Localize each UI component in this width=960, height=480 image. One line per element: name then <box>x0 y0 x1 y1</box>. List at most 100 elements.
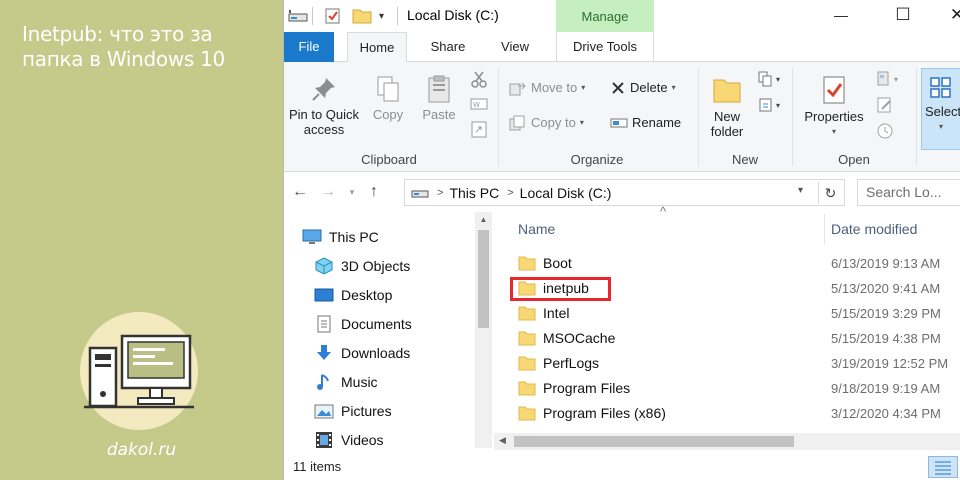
table-row[interactable]: Intel 5/15/2019 3:29 PM <box>494 301 960 326</box>
cut-icon[interactable] <box>470 70 488 91</box>
nav-item-pictures[interactable]: Pictures <box>314 398 392 424</box>
edit-icon[interactable] <box>876 96 894 117</box>
scroll-up-arrow-icon[interactable]: ▲ <box>475 215 492 224</box>
pin-icon <box>312 78 335 101</box>
scroll-left-arrow-icon[interactable]: ◀ <box>499 435 506 446</box>
inetpub-highlight-box <box>510 277 611 301</box>
new-item-icon[interactable]: ▾ <box>758 70 786 91</box>
folder-icon <box>518 306 536 321</box>
move-to-button[interactable]: Move to ▾ <box>509 78 585 98</box>
properties-quick-icon[interactable] <box>324 6 342 26</box>
cube-icon <box>315 257 333 275</box>
table-row[interactable]: Boot 6/13/2019 9:13 AM <box>494 251 960 276</box>
horizontal-scrollbar[interactable]: ◀ <box>494 433 960 450</box>
forward-button[interactable]: → <box>318 182 338 202</box>
column-header-date-modified[interactable]: Date modified <box>831 212 917 246</box>
address-box[interactable]: > This PC > Local Disk (C:) ▾ ↻ <box>404 179 845 206</box>
tab-share[interactable]: Share <box>419 32 477 62</box>
open-group-label: Open <box>838 152 870 167</box>
promo-logo <box>80 312 198 430</box>
up-button[interactable]: ↑ <box>364 182 384 202</box>
sort-ascending-icon: ^ <box>660 204 667 219</box>
delete-label: Delete <box>630 80 668 95</box>
paste-shortcut-icon[interactable] <box>470 120 488 141</box>
nav-item-label: Desktop <box>341 287 393 303</box>
select-button[interactable]: Select ▾ <box>921 68 960 150</box>
rename-button[interactable]: Rename <box>610 113 681 133</box>
search-placeholder: Search Lo... <box>866 184 942 200</box>
tab-view[interactable]: View <box>489 32 541 62</box>
properties-icon <box>823 76 845 104</box>
paste-button[interactable]: Paste <box>418 74 460 122</box>
manage-context-tab[interactable]: Manage <box>556 0 654 33</box>
scrollbar-thumb[interactable] <box>478 230 489 328</box>
tab-home[interactable]: Home <box>347 32 407 63</box>
search-input[interactable]: Search Lo... <box>857 179 960 206</box>
film-icon <box>316 432 332 448</box>
breadcrumb-local-disk[interactable]: Local Disk (C:) <box>520 185 612 201</box>
easy-access-icon[interactable]: ▾ <box>758 96 786 117</box>
back-button[interactable]: ← <box>290 182 310 202</box>
close-button[interactable]: ✕ <box>942 4 960 26</box>
open-icon[interactable]: ▾ <box>876 70 904 91</box>
nav-item-label: Documents <box>341 316 412 332</box>
minimize-button[interactable]: — <box>826 4 856 26</box>
breadcrumb-this-pc[interactable]: This PC <box>449 185 499 201</box>
table-row[interactable]: PerfLogs 3/19/2019 12:52 PM <box>494 351 960 376</box>
nav-item-music[interactable]: Music <box>314 369 378 395</box>
drive-icon <box>288 6 308 26</box>
properties-label: Properties <box>804 109 864 124</box>
new-folder-button[interactable]: New folder <box>703 74 751 139</box>
copy-button[interactable]: Copy <box>368 74 408 122</box>
svg-text:▾: ▾ <box>776 75 780 84</box>
recent-locations-icon[interactable]: ▾ <box>342 182 362 202</box>
promo-panel: Inetpub: что это за папка в Windows 10 d… <box>0 0 283 480</box>
tab-file[interactable]: File <box>284 32 334 62</box>
file-name: Boot <box>543 255 572 271</box>
svg-text:W: W <box>473 101 480 109</box>
maximize-button[interactable]: ☐ <box>888 4 918 26</box>
copy-to-button[interactable]: Copy to ▾ <box>509 113 584 133</box>
copy-path-icon[interactable]: W <box>470 96 488 115</box>
scrollbar-thumb[interactable] <box>514 436 794 447</box>
details-view-button[interactable] <box>928 456 958 478</box>
paste-label: Paste <box>422 107 456 122</box>
nav-item-label: Pictures <box>341 403 392 419</box>
nav-item-desktop[interactable]: Desktop <box>314 282 392 308</box>
table-row[interactable]: Program Files 9/18/2019 9:19 AM <box>494 376 960 401</box>
file-list: ^ Name Date modified Boot 6/13/2019 9:13… <box>494 204 960 448</box>
music-note-icon <box>317 374 329 390</box>
move-to-icon <box>509 82 526 96</box>
breadcrumb-separator: > <box>507 186 514 199</box>
file-date: 3/19/2019 12:52 PM <box>831 356 949 371</box>
tab-drive-tools[interactable]: Drive Tools <box>556 32 654 62</box>
rename-icon <box>610 118 628 128</box>
nav-item-videos[interactable]: Videos <box>314 427 384 453</box>
nav-item-this-pc[interactable]: This PC <box>302 224 379 250</box>
move-to-label: Move to <box>531 80 578 95</box>
rename-label: Rename <box>632 115 682 130</box>
nav-vertical-scrollbar[interactable]: ▲ <box>475 212 492 448</box>
table-row[interactable]: Program Files (x86) 3/12/2020 4:34 PM <box>494 401 960 426</box>
history-icon[interactable] <box>876 122 894 143</box>
svg-text:▾: ▾ <box>894 75 898 84</box>
table-row[interactable]: MSOCache 5/15/2019 4:38 PM <box>494 326 960 351</box>
nav-item-documents[interactable]: Documents <box>314 311 412 337</box>
pin-to-quick-access-button[interactable]: Pin to Quick access <box>284 74 364 137</box>
properties-button[interactable]: Properties ▾ <box>800 74 868 139</box>
column-header-name[interactable]: Name <box>518 212 555 246</box>
window-title: Local Disk (C:) <box>407 7 499 23</box>
ribbon-tabs: File Home Share View Drive Tools <box>284 32 960 63</box>
nav-item-downloads[interactable]: Downloads <box>314 340 410 366</box>
address-dropdown-icon[interactable]: ▾ <box>798 185 803 196</box>
new-folder-quick-icon[interactable] <box>352 6 372 26</box>
nav-item-3d-objects[interactable]: 3D Objects <box>314 253 410 279</box>
delete-button[interactable]: Delete ▾ <box>610 78 676 98</box>
select-label: Select <box>925 104 960 119</box>
refresh-icon[interactable]: ↻ <box>818 182 842 204</box>
navigation-pane: This PC 3D Objects Desktop Documents Dow… <box>284 212 494 448</box>
file-name: MSOCache <box>543 330 616 346</box>
download-arrow-icon <box>317 345 331 360</box>
quick-access-dropdown-icon[interactable]: ▾ <box>379 6 384 26</box>
promo-title: Inetpub: что это за папка в Windows 10 <box>22 22 225 71</box>
